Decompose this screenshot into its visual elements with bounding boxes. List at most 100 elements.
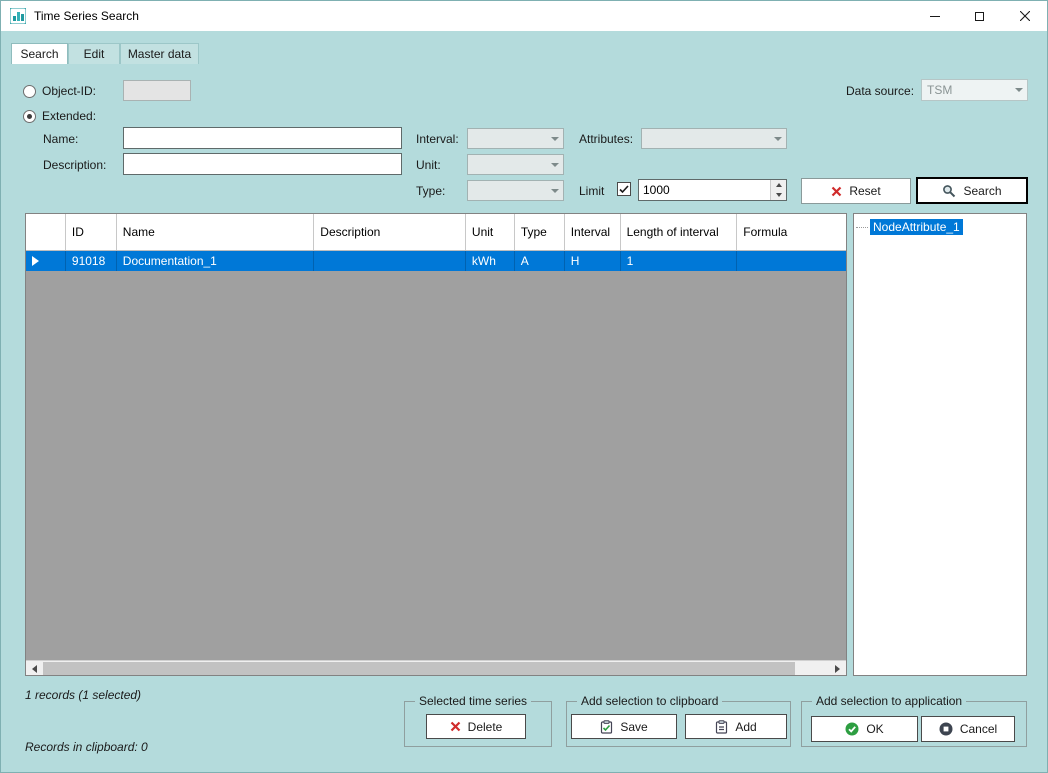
ok-button[interactable]: OK xyxy=(811,716,918,742)
reset-button-label: Reset xyxy=(849,184,880,198)
grid-header-description[interactable]: Description xyxy=(314,214,466,250)
spinner-up-button[interactable] xyxy=(771,180,786,190)
type-combo-arrow xyxy=(547,181,563,200)
stop-icon xyxy=(939,722,953,736)
scroll-left-button[interactable] xyxy=(26,661,43,676)
grid-header-length-of-interval[interactable]: Length of interval xyxy=(621,214,738,250)
selected-time-series-group-title: Selected time series xyxy=(415,694,531,708)
scroll-right-button[interactable] xyxy=(829,661,846,676)
tree-branch-line xyxy=(856,227,868,228)
spinner-down-button[interactable] xyxy=(771,190,786,200)
green-check-icon xyxy=(845,722,859,736)
grid-header-row: ID Name Description Unit Type Interval L… xyxy=(26,214,846,251)
search-button[interactable]: Search xyxy=(916,177,1028,204)
object-id-field xyxy=(123,80,191,101)
object-id-radio[interactable] xyxy=(23,85,36,98)
records-status: 1 records (1 selected) xyxy=(25,688,141,702)
red-x-icon xyxy=(450,721,461,732)
limit-label: Limit xyxy=(579,184,604,198)
red-x-icon xyxy=(831,186,842,197)
results-grid: ID Name Description Unit Type Interval L… xyxy=(25,213,847,676)
grid-row-selected[interactable]: 91018 Documentation_1 kWh A H 1 xyxy=(26,251,846,271)
interval-combo xyxy=(467,128,564,149)
arrow-right-icon xyxy=(835,665,840,673)
add-button-label: Add xyxy=(735,720,756,734)
cell-id: 91018 xyxy=(66,251,117,271)
time-series-search-window: Time Series Search Search Edit Master da… xyxy=(0,0,1048,773)
type-combo xyxy=(467,180,564,201)
cell-name: Documentation_1 xyxy=(117,251,315,271)
tab-search[interactable]: Search xyxy=(11,43,68,64)
cell-formula xyxy=(737,251,846,271)
arrow-left-icon xyxy=(32,665,37,673)
interval-combo-arrow xyxy=(547,129,563,148)
cell-type: A xyxy=(515,251,565,271)
add-to-clipboard-group-title: Add selection to clipboard xyxy=(577,694,722,708)
clipboard-check-icon xyxy=(600,720,613,734)
current-row-arrow-icon xyxy=(32,256,39,266)
tree-item-node-attribute[interactable]: NodeAttribute_1 xyxy=(856,218,1024,236)
grid-header-id[interactable]: ID xyxy=(66,214,117,250)
tab-search-label: Search xyxy=(20,47,58,61)
data-source-label: Data source: xyxy=(846,84,914,98)
scrollbar-thumb[interactable] xyxy=(43,662,795,675)
delete-button[interactable]: Delete xyxy=(426,714,526,739)
close-icon xyxy=(1020,11,1030,21)
delete-button-label: Delete xyxy=(468,720,503,734)
unit-combo xyxy=(467,154,564,175)
grid-header-formula[interactable]: Formula xyxy=(737,214,846,250)
interval-label: Interval: xyxy=(416,132,459,146)
minimize-icon xyxy=(930,16,940,17)
grid-empty-area xyxy=(26,271,846,660)
ok-button-label: OK xyxy=(866,722,883,736)
grid-header-unit[interactable]: Unit xyxy=(466,214,515,250)
add-button[interactable]: Add xyxy=(685,714,787,739)
check-icon xyxy=(619,185,629,194)
maximize-button[interactable] xyxy=(957,1,1002,31)
arrow-up-icon xyxy=(776,183,782,187)
save-button-label: Save xyxy=(620,720,647,734)
attributes-combo xyxy=(641,128,787,149)
unit-label: Unit: xyxy=(416,158,441,172)
titlebar[interactable]: Time Series Search xyxy=(1,1,1047,31)
extended-radio[interactable] xyxy=(23,110,36,123)
grid-header-interval[interactable]: Interval xyxy=(565,214,621,250)
chevron-down-icon xyxy=(551,189,559,193)
search-icon xyxy=(942,184,956,198)
arrow-down-icon xyxy=(776,193,782,197)
name-input[interactable] xyxy=(123,127,402,149)
window-title: Time Series Search xyxy=(34,9,139,23)
row-selector-cell xyxy=(26,251,66,271)
clipboard-status: Records in clipboard: 0 xyxy=(25,740,148,754)
close-button[interactable] xyxy=(1002,1,1047,31)
chevron-down-icon xyxy=(774,137,782,141)
attribute-tree-panel: NodeAttribute_1 xyxy=(853,213,1027,676)
add-to-application-group-title: Add selection to application xyxy=(812,694,966,708)
grid-header-selector xyxy=(26,214,66,250)
cancel-button[interactable]: Cancel xyxy=(921,716,1015,742)
attributes-label: Attributes: xyxy=(579,132,633,146)
save-button[interactable]: Save xyxy=(571,714,677,739)
description-input[interactable] xyxy=(123,153,402,175)
name-label: Name: xyxy=(43,132,78,146)
cell-description xyxy=(314,251,466,271)
cell-unit: kWh xyxy=(466,251,515,271)
tab-master-data[interactable]: Master data xyxy=(120,43,199,64)
attributes-combo-arrow xyxy=(770,129,786,148)
limit-input[interactable] xyxy=(639,180,770,200)
chevron-down-icon xyxy=(1015,88,1023,92)
object-id-label: Object-ID: xyxy=(42,84,96,98)
grid-header-type[interactable]: Type xyxy=(515,214,565,250)
tab-master-data-label: Master data xyxy=(128,47,191,61)
limit-checkbox[interactable] xyxy=(617,182,631,196)
horizontal-scrollbar[interactable] xyxy=(26,660,846,675)
tree-item-label: NodeAttribute_1 xyxy=(870,219,963,235)
reset-button[interactable]: Reset xyxy=(801,178,911,204)
tab-edit[interactable]: Edit xyxy=(68,43,120,64)
minimize-button[interactable] xyxy=(912,1,957,31)
grid-header-name[interactable]: Name xyxy=(117,214,315,250)
type-label: Type: xyxy=(416,184,445,198)
cell-length-of-interval: 1 xyxy=(621,251,738,271)
data-source-combo: TSM xyxy=(921,79,1028,101)
data-source-combo-arrow xyxy=(1011,80,1027,100)
